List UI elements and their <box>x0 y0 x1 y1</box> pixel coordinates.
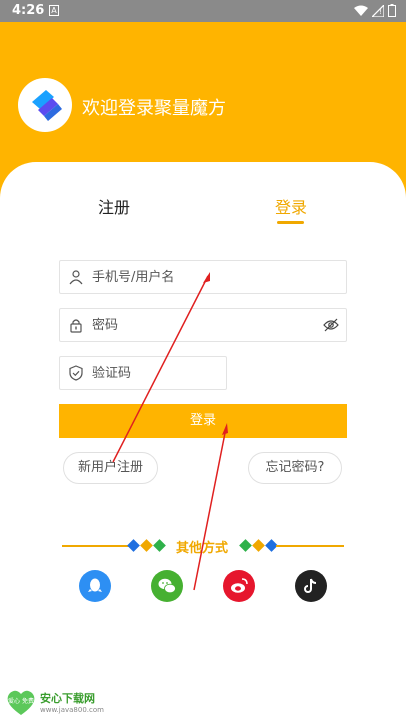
notification-icon: A <box>49 5 59 16</box>
watermark-badge: 爱心 免费 <box>8 697 34 705</box>
password-field[interactable] <box>59 308 347 342</box>
other-login-divider: 其他方式 <box>62 536 344 556</box>
new-user-register-link[interactable]: 新用户注册 <box>63 452 158 484</box>
diamond-green <box>239 539 252 552</box>
signal-icon: ! <box>372 4 384 17</box>
wechat-icon <box>158 578 176 594</box>
diamond-green <box>153 539 166 552</box>
username-field[interactable] <box>59 260 347 294</box>
password-input[interactable] <box>92 314 312 336</box>
lock-icon <box>70 319 82 333</box>
weibo-icon <box>231 578 248 593</box>
diamond-blue <box>127 539 140 552</box>
login-card: 注册 登录 登录 新用户注册 忘记密码? 其他方式 <box>0 162 406 721</box>
diamond-orange <box>140 539 153 552</box>
watermark-title: 安心下载网 <box>40 692 95 705</box>
username-input[interactable] <box>92 266 312 288</box>
battery-icon <box>388 4 396 17</box>
douyin-login-button[interactable] <box>295 570 327 602</box>
tab-register[interactable]: 注册 <box>98 194 130 218</box>
app-logo-icon <box>32 90 62 121</box>
watermark-url: www.java800.com <box>40 706 104 714</box>
wifi-icon <box>354 5 368 16</box>
heart-logo-icon: 爱心 免费 <box>7 690 35 715</box>
shield-icon <box>69 365 83 381</box>
user-icon <box>69 270 83 285</box>
status-time: 4:26 <box>12 3 45 18</box>
weibo-login-button[interactable] <box>223 570 255 602</box>
diamonds-right <box>239 539 278 552</box>
login-button[interactable]: 登录 <box>59 404 347 438</box>
divider-line-right <box>276 545 344 547</box>
diamonds-left <box>127 539 166 552</box>
douyin-icon <box>304 578 317 593</box>
tab-login[interactable]: 登录 <box>275 194 307 218</box>
wechat-login-button[interactable] <box>151 570 183 602</box>
captcha-field[interactable] <box>59 356 227 390</box>
diamond-orange <box>252 539 265 552</box>
app-logo <box>18 78 72 132</box>
divider-line-left <box>62 545 130 547</box>
forgot-password-link[interactable]: 忘记密码? <box>248 452 342 484</box>
svg-text:!: ! <box>379 8 382 16</box>
captcha-input[interactable] <box>92 362 212 384</box>
qq-icon <box>88 578 102 592</box>
status-bar: 4:26 A ! <box>0 0 406 22</box>
welcome-title: 欢迎登录聚量魔方 <box>82 98 226 119</box>
tab-active-indicator <box>277 221 304 224</box>
other-login-label: 其他方式 <box>176 541 229 556</box>
eye-toggle-icon[interactable] <box>323 318 339 332</box>
qq-login-button[interactable] <box>79 570 111 602</box>
status-icons: ! <box>354 4 396 17</box>
